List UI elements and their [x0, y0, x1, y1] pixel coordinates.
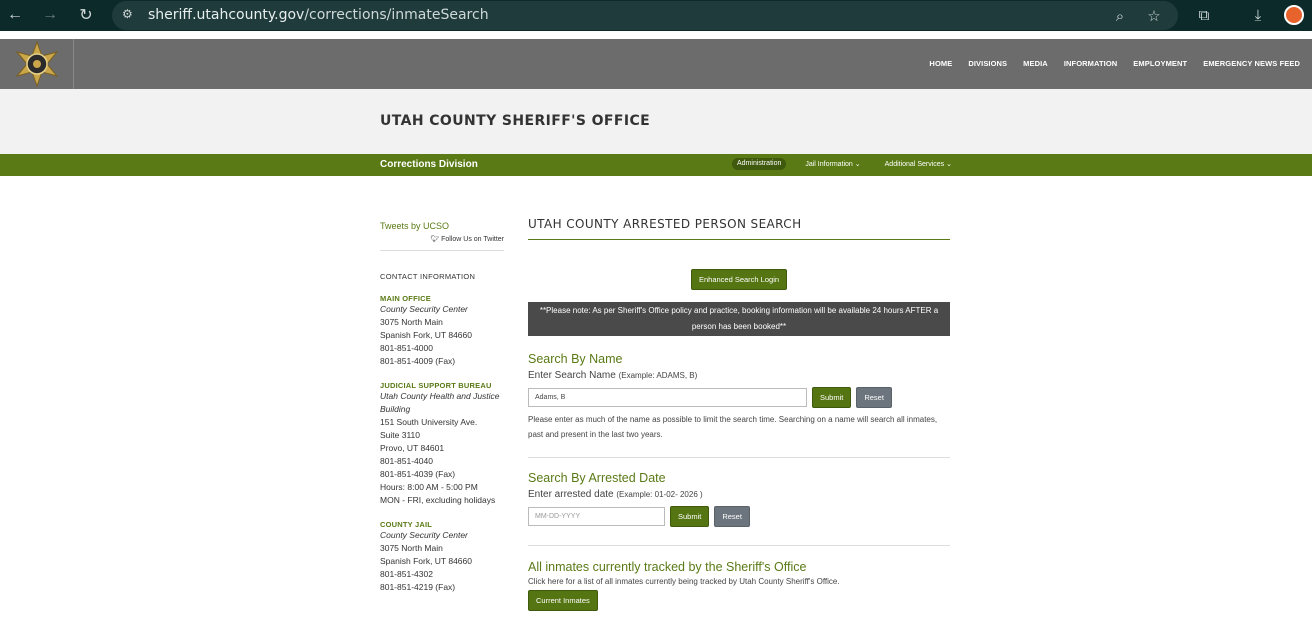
judicial-line: MON - FRI, excluding holidays: [380, 495, 496, 505]
site-info-icon[interactable]: ⚙: [122, 7, 138, 23]
enhanced-search-login-button[interactable]: Enhanced Search Login: [690, 269, 788, 290]
subnav-additional-services[interactable]: Additional Services ⌄: [880, 158, 957, 170]
date-search-label: Enter arrested date (Example: 01-02- 202…: [528, 489, 950, 500]
nav-information[interactable]: INFORMATION: [1064, 59, 1117, 68]
name-submit-button[interactable]: Submit: [812, 387, 852, 408]
page-banner: UTAH COUNTY SHERIFF'S OFFICE: [0, 89, 1312, 154]
name-search-label-text: Enter Search Name: [528, 370, 616, 381]
extensions-icon[interactable]: ⧉: [1194, 5, 1214, 25]
name-search-input[interactable]: Adams, B: [528, 388, 807, 407]
current-inmates-text: Click here for a list of all inmates cur…: [528, 577, 840, 586]
reload-icon[interactable]: ↻: [75, 4, 97, 26]
division-nav: Administration Jail Information ⌄ Additi…: [732, 158, 957, 170]
booking-notice: **Please note: As per Sheriff's Office p…: [528, 302, 950, 336]
sheriff-star-icon: [15, 40, 58, 88]
judicial-line: 801-851-4040: [380, 456, 433, 466]
name-search-help: Please enter as much of the name as poss…: [528, 415, 938, 439]
judicial-line: Hours: 8:00 AM - 5:00 PM: [380, 482, 478, 492]
address-bar[interactable]: ⚙ sheriff.utahcounty.gov/corrections/inm…: [112, 1, 1178, 30]
date-reset-button[interactable]: Reset: [714, 506, 750, 527]
twitter-bird-icon: 🐦︎: [430, 236, 440, 243]
zoom-icon[interactable]: ⌕: [1110, 6, 1130, 26]
current-inmates-heading: All inmates currently tracked by the She…: [528, 560, 807, 574]
jail-heading: COUNTY JAIL: [380, 520, 433, 529]
date-submit-button[interactable]: Submit: [670, 506, 710, 527]
contact-heading: CONTACT INFORMATION: [380, 272, 476, 281]
follow-twitter-link[interactable]: 🐦︎ Follow Us on Twitter: [380, 235, 504, 243]
name-search-example: (Example: ADAMS, B): [618, 371, 698, 380]
browser-toolbar: ← → ↻ ⚙ sheriff.utahcounty.gov/correctio…: [0, 0, 1312, 31]
follow-twitter-label: Follow Us on Twitter: [441, 236, 504, 243]
judicial-section: JUDICIAL SUPPORT BUREAU Utah County Heal…: [380, 381, 504, 507]
jail-name: County Security Center: [380, 530, 468, 540]
nav-home[interactable]: HOME: [929, 59, 952, 68]
main-office-heading: MAIN OFFICE: [380, 294, 431, 303]
back-arrow-icon[interactable]: ←: [4, 4, 26, 26]
current-inmates-button[interactable]: Current Inmates: [528, 590, 598, 611]
jail-line: 801-851-4219 (Fax): [380, 582, 456, 592]
main-content: UTAH COUNTY ARRESTED PERSON SEARCH Enhan…: [528, 217, 950, 611]
judicial-line: Provo, UT 84601: [380, 443, 445, 453]
main-office-line: Spanish Fork, UT 84660: [380, 330, 472, 340]
profile-avatar[interactable]: [1284, 5, 1304, 25]
url-text: sheriff.utahcounty.gov/corrections/inmat…: [148, 7, 489, 23]
date-search-heading: Search By Arrested Date: [528, 471, 666, 485]
section-divider: [528, 545, 950, 546]
division-title[interactable]: Corrections Division: [380, 159, 478, 170]
name-reset-button[interactable]: Reset: [856, 387, 892, 408]
section-divider: [528, 457, 950, 458]
main-office-section: MAIN OFFICE County Security Center 3075 …: [380, 294, 504, 368]
division-bar: Corrections Division Administration Jail…: [0, 154, 1312, 176]
judicial-name: Utah County Health and Justice Building: [380, 391, 500, 414]
sidebar-divider: [380, 250, 504, 251]
nav-divisions[interactable]: DIVISIONS: [968, 59, 1007, 68]
site-header: HOME DIVISIONS MEDIA INFORMATION EMPLOYM…: [0, 39, 1312, 89]
date-search-example: (Example: 01-02- 2026 ): [616, 490, 703, 499]
forward-arrow-icon[interactable]: →: [39, 4, 61, 26]
tweets-link[interactable]: Tweets by UCSO: [380, 221, 504, 231]
judicial-line: 151 South University Ave.: [380, 417, 478, 427]
nav-employment[interactable]: EMPLOYMENT: [1133, 59, 1187, 68]
subnav-administration[interactable]: Administration: [732, 158, 787, 170]
arrested-date-input[interactable]: MM-DD-YYYY: [528, 507, 665, 526]
search-title: UTAH COUNTY ARRESTED PERSON SEARCH: [528, 217, 950, 240]
jail-line: 801-851-4302: [380, 569, 433, 579]
download-icon[interactable]: ⤓: [1248, 5, 1268, 25]
nav-emergency-news-feed[interactable]: EMERGENCY NEWS FEED: [1203, 59, 1300, 68]
main-office-name: County Security Center: [380, 304, 468, 314]
jail-section: COUNTY JAIL County Security Center 3075 …: [380, 520, 504, 594]
jail-line: 3075 North Main: [380, 543, 443, 553]
nav-media[interactable]: MEDIA: [1023, 59, 1048, 68]
main-office-line: 801-851-4000: [380, 343, 433, 353]
bookmark-star-icon[interactable]: ☆: [1144, 6, 1164, 26]
judicial-heading: JUDICIAL SUPPORT BUREAU: [380, 381, 492, 390]
main-office-line: 801-851-4009 (Fax): [380, 356, 456, 366]
jail-line: Spanish Fork, UT 84660: [380, 556, 472, 566]
top-nav: HOME DIVISIONS MEDIA INFORMATION EMPLOYM…: [929, 59, 1300, 68]
name-search-label: Enter Search Name (Example: ADAMS, B): [528, 370, 950, 381]
sidebar: Tweets by UCSO 🐦︎ Follow Us on Twitter C…: [380, 221, 504, 594]
sheriff-logo[interactable]: [0, 39, 74, 89]
name-search-heading: Search By Name: [528, 352, 623, 366]
judicial-line: 801-851-4039 (Fax): [380, 469, 456, 479]
date-search-label-text: Enter arrested date: [528, 489, 614, 500]
page-title: UTAH COUNTY SHERIFF'S OFFICE: [380, 113, 651, 129]
subnav-jail-information[interactable]: Jail Information ⌄: [800, 158, 865, 170]
main-office-line: 3075 North Main: [380, 317, 443, 327]
judicial-line: Suite 3110: [380, 430, 421, 440]
